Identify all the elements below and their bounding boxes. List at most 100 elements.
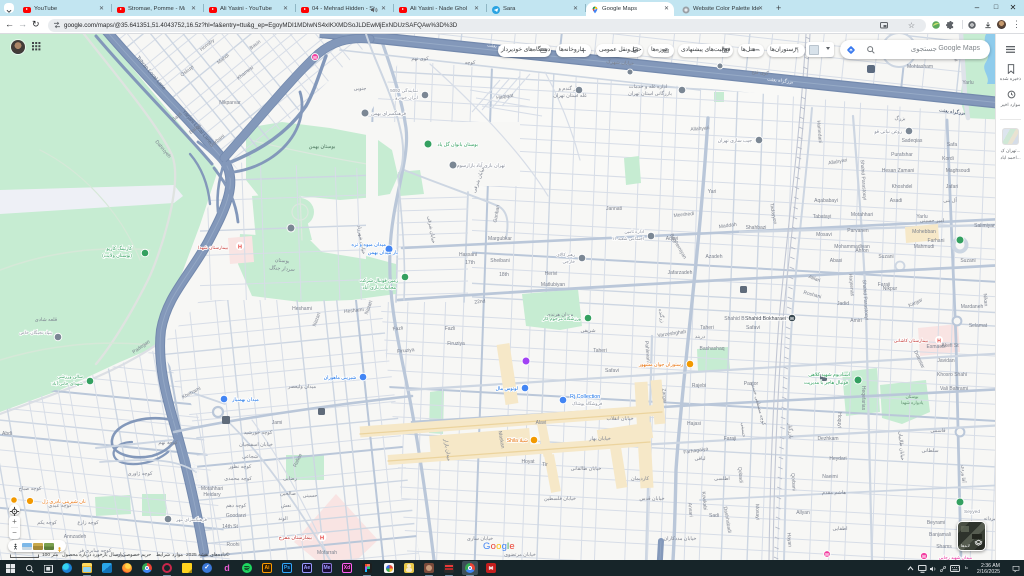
svg-text:Hayan: Hayan [785, 532, 792, 547]
svg-text:Vali Bahrami: Vali Bahrami [940, 386, 968, 392]
svg-text:کاردیمان: کاردیمان [631, 476, 650, 482]
svg-text:صالحین: صالحین [280, 491, 296, 497]
svg-text:Annzadeh: Annzadeh [64, 534, 87, 540]
svg-text:فرهنگسرای بهمن: فرهنگسرای بهمن [371, 110, 407, 117]
svg-text:میدان ولیعصر: میدان ولیعصر [287, 384, 317, 390]
svg-text:Farhani: Farhani [928, 238, 945, 244]
svg-text:14th St: 14th St [222, 524, 238, 530]
svg-text:غله استان تهران: غله استان تهران [553, 93, 587, 99]
svg-text:بزرگ: بزرگ [894, 115, 905, 122]
svg-text:کوچه زارع: کوچه زارع [77, 520, 99, 526]
svg-text:Khosro Shahi: Khosro Shahi [937, 372, 967, 378]
svg-text:Beyrami: Beyrami [927, 520, 945, 526]
svg-text:نمایندگی 5092: نمایندگی 5092 [390, 87, 418, 93]
svg-text:زمین فوتبال شرکت: زمین فوتبال شرکت [359, 278, 398, 284]
svg-text:جیب سازی تهران: جیب سازی تهران [718, 138, 752, 144]
svg-text:Banjamali: Banjamali [929, 532, 951, 538]
svg-text:فرهنگسرای مهر: فرهنگسرای مهر [175, 516, 208, 523]
svg-text:(بوستان ولایت): (بوستان ولایت) [102, 253, 132, 259]
svg-text:بوستان: بوستان [905, 394, 918, 399]
svg-text:Hajasi: Hajasi [687, 421, 701, 427]
svg-text:18th: 18th [499, 272, 509, 278]
svg-text:Matlubiyan: Matlubiyan [541, 282, 565, 288]
svg-text:Goodarzi: Goodarzi [226, 513, 246, 519]
svg-text:22nd: 22nd [474, 298, 486, 305]
svg-text:بوستان بهمن: بوستان بهمن [309, 144, 336, 150]
svg-text:Hesan Zamani: Hesan Zamani [882, 168, 915, 174]
svg-text:بوستان: بوستان [274, 257, 289, 264]
svg-text:Jannati: Jannati [606, 206, 622, 212]
svg-text:آقا وردی: آقا وردی [960, 465, 968, 484]
svg-text:Motahhari: Motahhari [851, 212, 873, 218]
svg-text:Rajebi: Rajebi [692, 383, 706, 389]
svg-text:رستوران جوان مشهور: رستوران جوان مشهور [638, 362, 684, 368]
svg-text:اداره تامین: اداره تامین [624, 229, 644, 234]
svg-text:بیمارستان مفرح: بیمارستان مفرح [279, 535, 312, 541]
svg-text:بنیاد نخبگان خاص: بنیاد نخبگان خاص [19, 329, 52, 336]
svg-text:Ahron: Ahron [855, 248, 869, 254]
svg-text:کوچه نظور: کوچه نظور [228, 464, 252, 470]
svg-text:Rj Collection: Rj Collection [570, 394, 600, 400]
svg-text:امیر حسینی: امیر حسینی [920, 218, 944, 224]
svg-text:بازرگانی استان تهران: بازرگانی استان تهران [628, 90, 672, 97]
svg-text:Mohtasham: Mohtasham [907, 64, 933, 70]
svg-text:Seyyed: Seyyed [964, 509, 980, 515]
svg-text:شهدای خانی آباد: شهدای خانی آباد [52, 380, 83, 387]
svg-text:خیابان قدس: خیابان قدس [639, 496, 664, 502]
svg-text:H: H [320, 536, 324, 542]
svg-text:Selamat: Selamat [969, 323, 988, 329]
svg-text:مجانیات نازی آباد: مجانیات نازی آباد [362, 284, 396, 291]
svg-text:Abasi: Abasi [830, 258, 843, 264]
svg-text:خیابان انقلاب: خیابان انقلاب [606, 416, 633, 422]
svg-text:Naeimi: Naeimi [822, 474, 838, 480]
svg-text:فروشگاه پوشاک: فروشگاه پوشاک [572, 401, 602, 406]
svg-text:M: M [313, 55, 317, 60]
svg-text:خیابان اسفنجیان: خیابان اسفنجیان [239, 442, 273, 448]
svg-text:کوچه ژاوری: کوچه ژاوری [128, 471, 153, 477]
svg-text:Jami: Jami [272, 420, 283, 426]
svg-text:Kordi: Kordi [942, 156, 954, 162]
svg-text:17th: 17th [465, 260, 475, 266]
svg-text:Heidary: Heidary [203, 492, 221, 498]
svg-text:Khoshdel: Khoshdel [892, 184, 913, 190]
svg-text:Jafari: Jafari [946, 184, 958, 190]
svg-text:شجاعی: شجاعی [242, 454, 258, 460]
svg-text:Asadi: Asadi [890, 198, 903, 204]
svg-text:اطلسی: اطلسی [714, 476, 730, 482]
svg-text:لوتوس مال: لوتوس مال [496, 386, 519, 392]
svg-text:Margubkar: Margubkar [488, 236, 512, 242]
svg-text:Sadeqias: Sadeqias [902, 138, 923, 144]
svg-text:Shila شیلا: Shila شیلا [507, 438, 528, 444]
svg-text:Mosavi: Mosavi [816, 232, 832, 238]
svg-text:کارتینگ کارپو: کارتینگ کارپو [105, 245, 133, 252]
svg-text:بار میدان بهمن: بار میدان بهمن [368, 250, 398, 256]
svg-text:جنوبی: جنوبی [354, 86, 367, 92]
svg-text:Heshami: Heshami [292, 306, 312, 312]
svg-text:آل بنی: آل بنی [943, 197, 957, 204]
svg-text:Ansari: Ansari [686, 503, 693, 518]
svg-text:شریفی: شریفی [580, 328, 595, 334]
svg-text:خیابان مددکاران: خیابان مددکاران [663, 536, 696, 542]
svg-text:Suzani: Suzani [960, 258, 975, 264]
svg-text:Sadi: Sadi [709, 513, 719, 519]
svg-text:Safa: Safa [947, 142, 958, 148]
svg-text:میدان بهمنیار: میدان بهمنیار [231, 397, 259, 403]
svg-text:Firuziya: Firuziya [447, 341, 465, 347]
svg-text:خیابان طالقانی: خیابان طالقانی [571, 466, 602, 472]
svg-text:Tabatayi: Tabatayi [813, 214, 832, 220]
svg-text:Alavi: Alavi [536, 420, 547, 426]
svg-text:خیابان فلسطین: خیابان فلسطین [544, 496, 576, 502]
svg-text:Javidan: Javidan [937, 358, 954, 364]
svg-text:کوچه دهم: کوچه دهم [226, 503, 247, 509]
svg-text:استادیوم شهید کلاهی: استادیوم شهید کلاهی [808, 372, 850, 378]
svg-text:Shahid Bokharaei: Shahid Bokharaei [745, 316, 786, 322]
svg-text:Fazli: Fazli [392, 325, 403, 332]
svg-text:اجتماعی شعبه ۱۱: اجتماعی شعبه ۱۱ [612, 236, 644, 241]
svg-text:کوی فتح: کوی فتح [751, 69, 769, 76]
svg-text:Roohi: Roohi [226, 542, 239, 548]
svg-text:Fazli: Fazli [445, 326, 456, 332]
svg-text:بازرگتار: بازرگتار [786, 422, 794, 439]
svg-text:Mardaneh: Mardaneh [961, 304, 984, 310]
svg-text:Safavi: Safavi [605, 368, 619, 374]
svg-text:Aqababayi: Aqababayi [814, 198, 838, 204]
